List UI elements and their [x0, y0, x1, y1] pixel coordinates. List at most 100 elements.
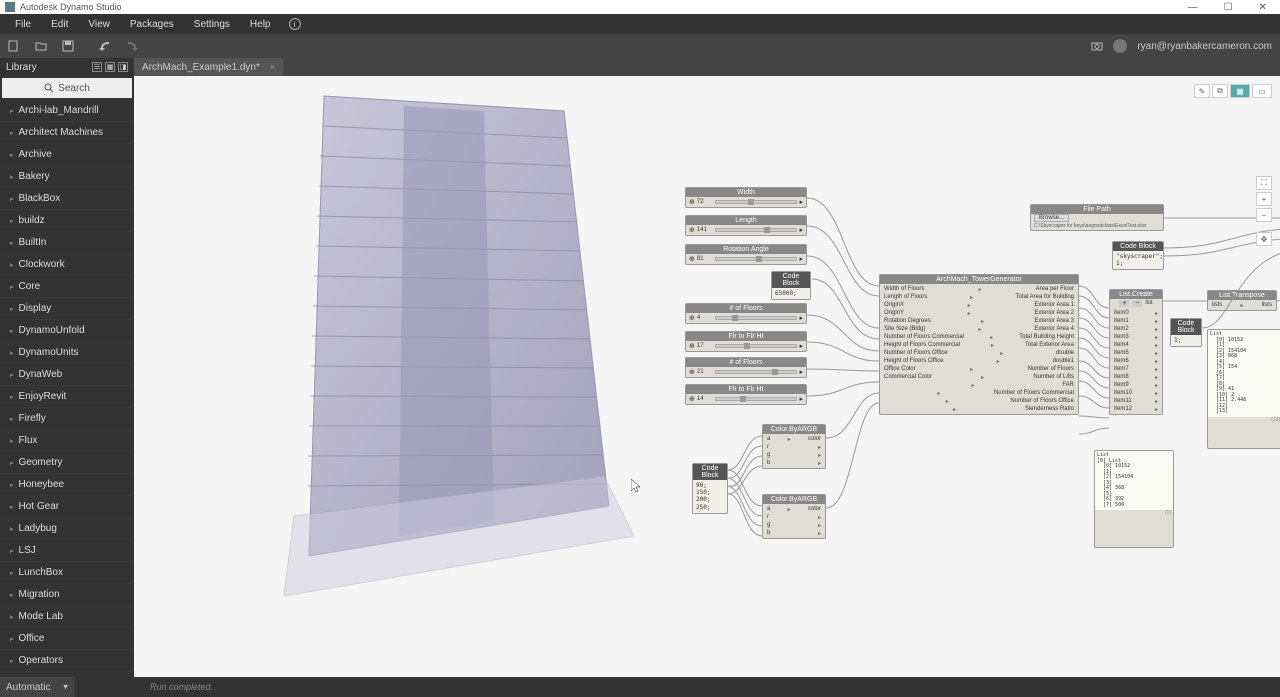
node-numfloors-slider[interactable]: # of Floors ⊕4▸ [685, 303, 807, 324]
library-category[interactable]: Operators [0, 650, 134, 672]
port-g[interactable]: g [767, 452, 770, 459]
node-codeblock-rgb[interactable]: Code Block 90; 150; 200; 250; [692, 463, 728, 514]
view-pencil-icon[interactable]: ✎ [1194, 84, 1210, 98]
library-category[interactable]: Flux [0, 430, 134, 452]
expand-icon[interactable]: ⊕ [689, 255, 695, 263]
user-avatar[interactable] [1113, 39, 1127, 53]
node-watch-1[interactable]: List [0] 10152 [1] [2] 154104 [3] 868 [4… [1207, 329, 1280, 449]
output-port[interactable]: double [1056, 350, 1074, 357]
graph-canvas[interactable]: Width ⊕72▸ Length ⊕141▸ Rotation Angle ⊕… [134, 76, 1280, 677]
output-port[interactable]: Number of Lifts [1033, 374, 1074, 381]
node-list-transpose[interactable]: List.Transpose lists▸lists [1207, 290, 1277, 311]
input-port[interactable]: item5 [1114, 350, 1129, 357]
slider-track[interactable] [715, 370, 798, 374]
undo-icon[interactable] [99, 40, 111, 52]
output-port[interactable]: ▸ [799, 342, 803, 350]
library-category[interactable]: Core [0, 276, 134, 298]
input-port[interactable]: Number of Floors Commercial [884, 334, 964, 341]
output-port[interactable]: ▸ [799, 368, 803, 376]
port-color[interactable]: color [808, 506, 821, 513]
library-category[interactable]: Geometry [0, 452, 134, 474]
library-category[interactable]: Migration [0, 584, 134, 606]
node-length-slider[interactable]: Length ⊕141▸ [685, 215, 807, 236]
output-port[interactable]: Exterior Area 4 [1034, 326, 1074, 333]
pan-icon[interactable]: ✥ [1256, 232, 1272, 246]
output-port[interactable]: ▸ [799, 395, 803, 403]
library-category[interactable]: Mode Lab [0, 606, 134, 628]
input-port[interactable]: Number of Floors Office [884, 350, 948, 357]
port-color[interactable]: color [808, 436, 821, 443]
library-category[interactable]: Display [0, 298, 134, 320]
port-out[interactable]: lists [1262, 302, 1272, 309]
slider-track[interactable] [715, 257, 798, 261]
input-port[interactable]: Height of Floors Commercial [884, 342, 960, 349]
zoom-out-button[interactable]: − [1256, 208, 1272, 222]
expand-icon[interactable]: ⊕ [689, 368, 695, 376]
search-box[interactable]: Search [2, 78, 132, 98]
node-flrht2-slider[interactable]: Flr to Flr Ht ⊕14▸ [685, 384, 807, 405]
node-tower-generator[interactable]: ArchMach_TowerGenerator Width of Floors▸… [879, 274, 1079, 415]
input-port[interactable]: Site Size (Bldg) [884, 326, 925, 333]
input-port[interactable]: item0 [1114, 310, 1129, 317]
port-in[interactable]: lists [1212, 302, 1222, 309]
output-port[interactable]: ▸ [799, 226, 803, 234]
input-port[interactable]: Length of Floors [884, 294, 927, 301]
slider-track[interactable] [715, 316, 798, 320]
input-port[interactable]: Office Color [884, 366, 916, 373]
camera-icon[interactable] [1091, 40, 1103, 52]
lib-icon-1[interactable]: ☰ [92, 62, 102, 72]
save-icon[interactable] [62, 40, 74, 52]
output-port[interactable]: Area per Floor [1036, 286, 1074, 293]
library-category[interactable]: DynamoUnits [0, 342, 134, 364]
expand-icon[interactable]: ⊕ [689, 198, 695, 206]
input-port[interactable]: item4 [1114, 342, 1129, 349]
output-port[interactable]: double1 [1053, 358, 1074, 365]
node-list-create[interactable]: List.Create +−list item0▸item1▸item2▸ite… [1109, 289, 1163, 415]
slider-track[interactable] [715, 200, 798, 204]
minimize-button[interactable]: — [1180, 2, 1206, 13]
view-graph-icon[interactable]: ▭ [1252, 84, 1272, 98]
output-port[interactable]: Exterior Area 1 [1034, 302, 1074, 309]
slider-track[interactable] [715, 228, 798, 232]
input-port[interactable]: item7 [1114, 366, 1129, 373]
lib-icon-2[interactable]: ▦ [105, 62, 115, 72]
library-category[interactable]: Honeybee [0, 474, 134, 496]
library-category[interactable]: Ladybug [0, 518, 134, 540]
node-color-byargb-1[interactable]: Color.ByARGB a▸color r▸ g▸ b▸ [762, 424, 826, 469]
new-icon[interactable] [8, 40, 20, 52]
remove-port-button[interactable]: − [1132, 300, 1142, 307]
library-category[interactable]: EnjoyRevit [0, 386, 134, 408]
tab-close-icon[interactable]: × [270, 62, 275, 72]
library-category[interactable]: DynamoUnfold [0, 320, 134, 342]
out-port[interactable]: list [1145, 300, 1152, 307]
menu-file[interactable]: File [5, 19, 41, 30]
input-port[interactable]: item12 [1114, 406, 1132, 413]
user-email[interactable]: ryan@ryanbakercameron.com [1137, 41, 1272, 52]
output-port[interactable]: Total Area for Building [1016, 294, 1074, 301]
node-numfloors2-slider[interactable]: # of Floors ⊕21▸ [685, 357, 807, 378]
input-port[interactable]: item9 [1114, 382, 1129, 389]
zoom-in-button[interactable]: + [1256, 192, 1272, 206]
codeblock-body[interactable]: 1; [1171, 335, 1201, 346]
redo-icon[interactable] [126, 40, 138, 52]
library-category[interactable]: Firefly [0, 408, 134, 430]
library-category[interactable]: LSJ [0, 540, 134, 562]
node-codeblock-one[interactable]: Code Block 1; [1170, 318, 1202, 347]
view-3d-nav-icon[interactable]: ▦ [1230, 84, 1250, 98]
menu-help[interactable]: Help [240, 19, 281, 30]
node-color-byargb-2[interactable]: Color.ByARGB a▸color r▸ g▸ b▸ [762, 494, 826, 539]
port-r[interactable]: r [767, 514, 769, 521]
port-a[interactable]: a [767, 436, 770, 443]
input-port[interactable]: OriginX [884, 302, 904, 309]
lib-icon-3[interactable]: ◨ [118, 62, 128, 72]
output-port[interactable]: ▸ [799, 198, 803, 206]
library-category[interactable]: Archive [0, 144, 134, 166]
port-r[interactable]: r [767, 444, 769, 451]
input-port[interactable]: Rotation Degrees [884, 318, 931, 325]
open-icon[interactable] [35, 40, 47, 52]
codeblock-body[interactable]: 90; 150; 200; 250; [693, 480, 727, 513]
node-width-slider[interactable]: Width ⊕72▸ [685, 187, 807, 208]
browse-button[interactable]: Browse... [1034, 214, 1069, 222]
menu-settings[interactable]: Settings [184, 19, 240, 30]
input-port[interactable]: item10 [1114, 390, 1132, 397]
